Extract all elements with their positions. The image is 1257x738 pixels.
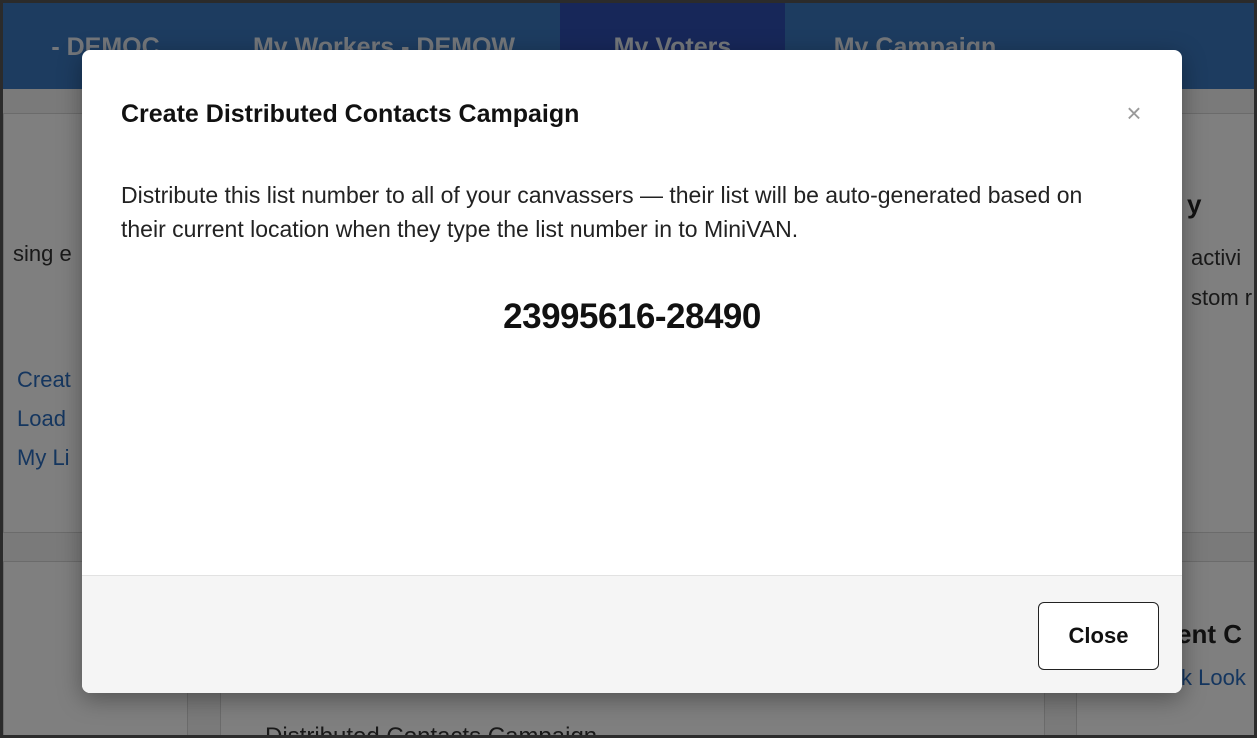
close-button[interactable]: Close (1038, 602, 1159, 670)
modal-description: Distribute this list number to all of yo… (121, 182, 1083, 242)
list-number: 23995616-28490 (503, 297, 761, 336)
close-icon[interactable]: × (1122, 99, 1146, 127)
modal-footer: Close (82, 575, 1182, 693)
modal-title: Create Distributed Contacts Campaign (121, 100, 580, 128)
create-distributed-contacts-modal: Create Distributed Contacts Campaign × D… (82, 50, 1182, 693)
screenshot-frame: - DEMOC My Workers - DEMOW My Voters My … (0, 0, 1257, 738)
